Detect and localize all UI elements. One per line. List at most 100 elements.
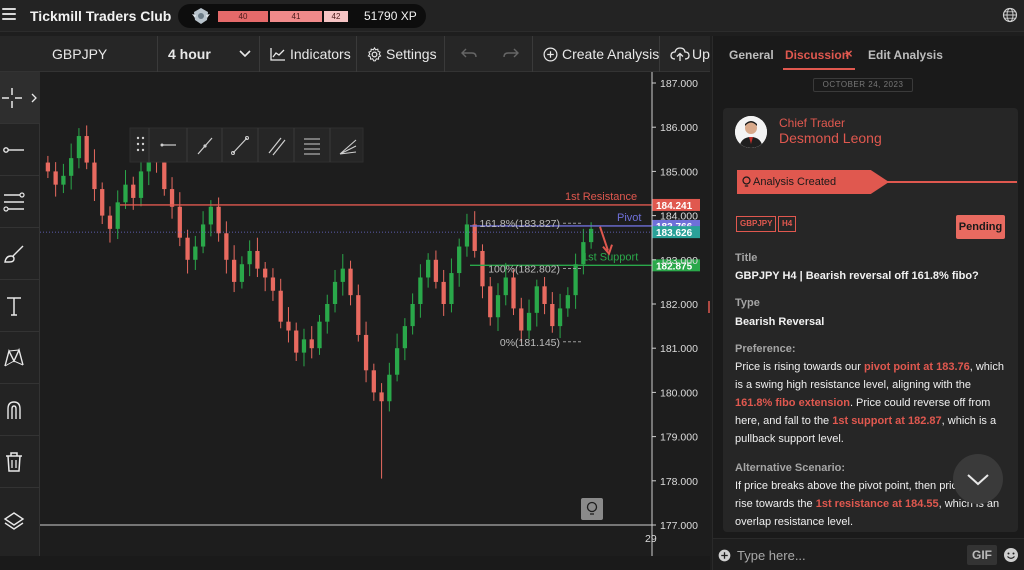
pivot-highlight: pivot point at 183.76 xyxy=(864,361,970,373)
gear-icon xyxy=(367,46,382,62)
chart-bottom-strip xyxy=(0,556,710,570)
fib-level-label: 100%(182.802) xyxy=(488,264,560,276)
layers-tool[interactable] xyxy=(0,496,40,548)
candle-body xyxy=(534,286,539,313)
close-tab-icon[interactable]: × xyxy=(845,46,853,61)
candle-body xyxy=(526,312,532,331)
candle-body xyxy=(449,273,454,304)
candle-body xyxy=(301,339,307,353)
candle-body xyxy=(216,206,221,234)
text-icon xyxy=(7,297,21,316)
y-tick-label: 185.000 xyxy=(660,166,698,178)
status-badge[interactable]: Pending xyxy=(956,215,1005,239)
xp-level-current: 41 xyxy=(270,11,322,22)
interval-dropdown[interactable]: 4 hour xyxy=(158,36,260,72)
candle-body xyxy=(61,175,66,185)
banner-label-box: Analysis Created xyxy=(737,170,889,194)
idea-bulb-button[interactable] xyxy=(581,498,603,520)
tab-discussion[interactable]: Discussion xyxy=(785,48,849,62)
candle-body xyxy=(224,233,229,260)
redo-icon[interactable] xyxy=(503,48,519,60)
support-highlight: 1st support at 182.87 xyxy=(832,415,942,427)
y-tick-label: 183.000 xyxy=(660,255,698,267)
chevron-down-icon xyxy=(967,474,989,486)
horizontal-ray-icon xyxy=(3,147,24,153)
candle-body xyxy=(115,202,120,229)
analysis-panel: General Discussion × Edit Analysis OCTOB… xyxy=(712,36,1024,570)
tab-general[interactable]: General xyxy=(729,48,774,62)
cloud-upload-icon xyxy=(670,47,690,61)
y-tick-label: 182.000 xyxy=(660,299,698,311)
add-attachment-icon[interactable] xyxy=(718,549,731,562)
y-tick-label: 187.000 xyxy=(660,78,698,90)
y-tick-label: 180.000 xyxy=(660,387,698,399)
magnet-icon xyxy=(7,401,21,419)
fibonacci-icon xyxy=(3,192,25,212)
undo-icon[interactable] xyxy=(461,48,477,60)
candle-body xyxy=(169,189,175,207)
menu-icon[interactable] xyxy=(2,8,16,22)
crosshair-tool[interactable] xyxy=(0,72,40,124)
candle-body xyxy=(162,162,167,190)
candle-body xyxy=(332,281,338,304)
scroll-down-button[interactable] xyxy=(953,454,1003,504)
emoji-icon[interactable] xyxy=(1003,547,1019,563)
delete-tool[interactable] xyxy=(0,436,40,488)
chart-canvas[interactable]: 1st ResistancePivot1st Support161.8%(183… xyxy=(40,72,710,556)
candle-body xyxy=(480,250,485,287)
timeframe-tag: H4 xyxy=(778,216,797,232)
candle-body xyxy=(464,224,470,247)
xp-points: 51790 XP xyxy=(364,9,417,23)
pattern-tool[interactable] xyxy=(0,332,40,384)
resistance-highlight: 1st resistance at 184.55 xyxy=(815,498,939,510)
xp-level-next: 42 xyxy=(324,11,348,22)
candle-body xyxy=(325,304,330,322)
top-bar: Tickmill Traders Club 40 41 42 51790 XP xyxy=(0,0,1024,32)
candle-body xyxy=(294,330,299,353)
trash-icon xyxy=(6,452,22,472)
indicators-button[interactable]: Indicators xyxy=(260,36,357,72)
y-tick-label: 184.000 xyxy=(660,211,698,223)
fibo-highlight: 161.8% fibo extension xyxy=(735,397,850,409)
candle-body xyxy=(123,184,128,203)
text-tool[interactable] xyxy=(0,280,40,332)
settings-button[interactable]: Settings xyxy=(357,36,445,72)
magnet-tool[interactable] xyxy=(0,384,40,436)
upload-button[interactable]: Up xyxy=(660,36,710,72)
candle-body xyxy=(76,136,82,159)
gif-button[interactable]: GIF xyxy=(967,545,997,565)
candle-body xyxy=(100,189,105,216)
fib-tool[interactable] xyxy=(0,176,40,228)
banner-line xyxy=(877,181,1017,183)
xp-progress: 40 41 42 51790 XP xyxy=(178,4,426,28)
candle-body xyxy=(488,286,493,318)
symbol-selector[interactable]: GBPJPY xyxy=(40,36,158,72)
candle-body xyxy=(511,277,516,309)
trend-line-tool[interactable] xyxy=(0,124,40,176)
y-tick-label: 181.000 xyxy=(660,343,698,355)
chevron-down-icon xyxy=(239,50,251,58)
undo-redo-group xyxy=(445,36,533,72)
preference-text-part: Price is rising towards our xyxy=(735,361,864,373)
active-tab-indicator xyxy=(783,68,855,70)
candle-body xyxy=(270,277,276,291)
brush-tool[interactable] xyxy=(0,228,40,280)
candle-body xyxy=(503,277,508,296)
panel-tabs: General Discussion × Edit Analysis xyxy=(713,36,1024,72)
app-title: Tickmill Traders Club xyxy=(30,8,172,24)
plus-circle-icon xyxy=(543,47,558,62)
candle-body xyxy=(278,290,283,322)
fib-level-label: 161.8%(183.827) xyxy=(479,218,560,230)
price-chart[interactable]: 1st Resistance Pivot 1st Support 161.8%(183… xyxy=(40,72,710,556)
analysis-created-banner: Analysis Created xyxy=(737,170,1017,194)
candle-body xyxy=(263,268,268,278)
message-input[interactable] xyxy=(737,545,937,565)
globe-icon[interactable] xyxy=(1002,7,1018,23)
layers-icon xyxy=(3,512,25,530)
candle-body xyxy=(92,162,97,190)
candle-body xyxy=(247,250,252,265)
tab-edit-analysis[interactable]: Edit Analysis xyxy=(868,48,943,62)
create-analysis-button[interactable]: Create Analysis xyxy=(533,36,660,72)
level-label: Pivot xyxy=(617,212,641,224)
author-role: Chief Trader xyxy=(779,116,846,130)
